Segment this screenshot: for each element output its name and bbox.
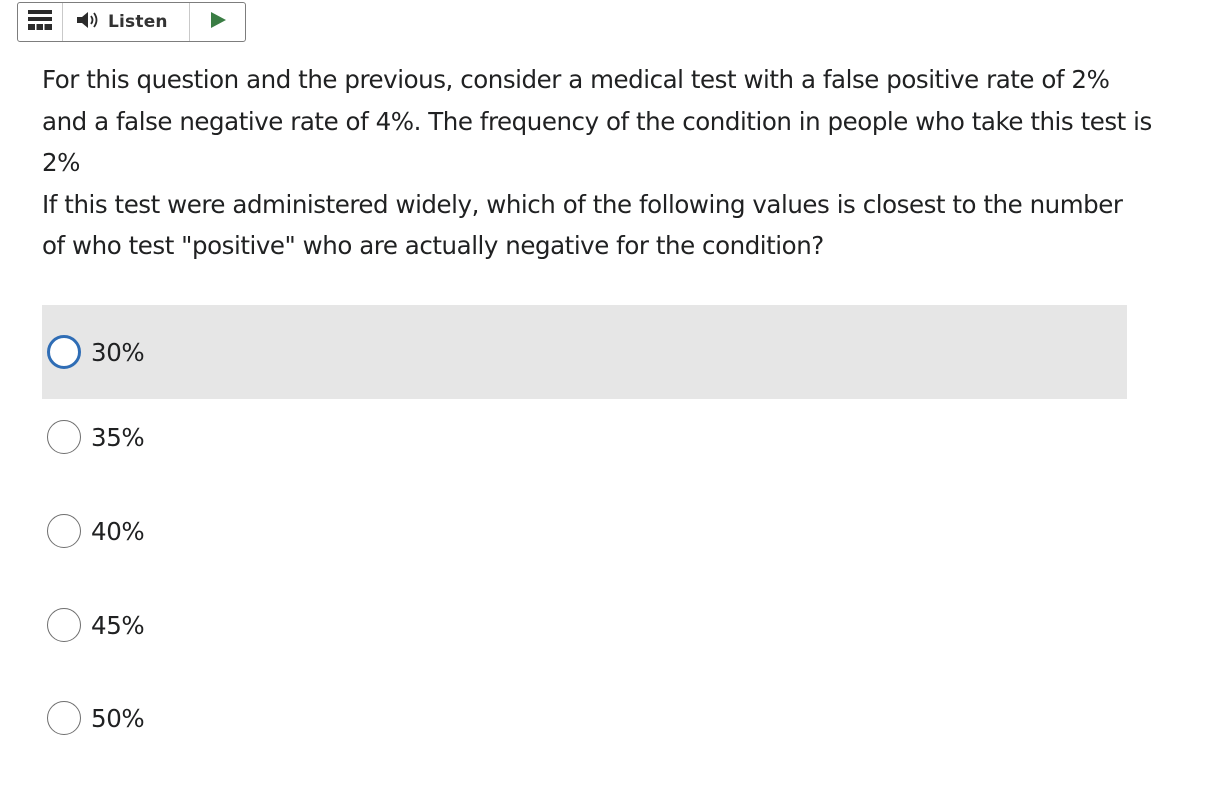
choice-label: 40% [91,516,145,546]
radio-button-icon[interactable] [47,335,81,369]
question-text: For this question and the previous, cons… [42,59,1152,267]
radio-button-icon[interactable] [47,701,81,735]
answer-choice-45[interactable]: 45% [42,578,1127,672]
play-button[interactable] [190,3,245,41]
answer-choice-35[interactable]: 35% [42,390,1127,484]
choice-label: 50% [91,703,145,733]
answer-choice-40[interactable]: 40% [42,484,1127,578]
choice-label: 45% [91,610,145,640]
choice-label: 35% [91,422,145,452]
speaker-icon [76,10,100,34]
play-icon [209,11,227,33]
listen-label: Listen [108,12,168,32]
listen-button[interactable]: Listen [63,3,190,41]
answer-choice-50[interactable]: 50% [42,671,1127,765]
question-paragraph-prompt: If this test were administered widely, w… [42,189,1123,261]
toolbar-menu-button[interactable] [18,3,63,41]
hamburger-menu-icon [28,10,52,34]
question-paragraph-context: For this question and the previous, cons… [42,65,1152,177]
choice-label: 30% [91,337,145,367]
answer-choice-30[interactable]: 30% [42,305,1127,399]
radio-button-icon[interactable] [47,514,81,548]
radio-button-icon[interactable] [47,608,81,642]
radio-button-icon[interactable] [47,420,81,454]
listen-toolbar: Listen [17,2,246,42]
